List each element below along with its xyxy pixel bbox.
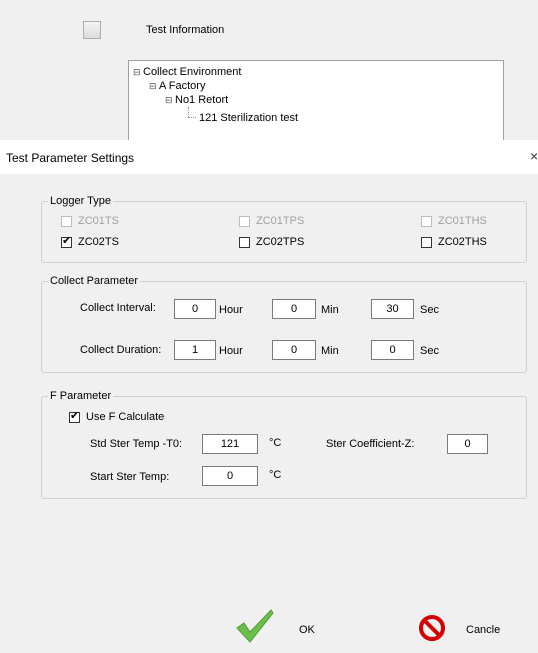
celsius-unit-label: °C — [269, 437, 282, 449]
collect-duration-label: Collect Duration: — [80, 344, 162, 356]
dialog-titlebar[interactable]: Test Parameter Settings × — [0, 140, 538, 174]
checkbox-label: ZC02TS — [78, 236, 119, 248]
logger-zc01ths-checkbox[interactable]: ZC01THS — [421, 215, 487, 227]
background-window: Test Information ⊟ Collect Environment ⊟ A… — [0, 0, 538, 140]
logger-zc02ts-checkbox[interactable]: ✔ ZC02TS — [61, 234, 119, 248]
tree-node-label: A Factory — [159, 80, 206, 92]
checkbox-label: ZC01TS — [78, 215, 119, 227]
tree-connector — [188, 117, 196, 118]
checkbox-box[interactable] — [421, 215, 432, 227]
tree-node-label: No1 Retort — [175, 94, 229, 106]
close-icon[interactable]: × — [530, 148, 538, 164]
min-unit-label: Min — [321, 345, 339, 357]
tree-node-collect-environment[interactable]: ⊟ Collect Environment — [133, 65, 241, 79]
ster-coefficient-label: Ster Coefficient-Z: — [326, 438, 415, 450]
logger-zc02ths-checkbox[interactable]: ZC02THS — [421, 236, 487, 248]
checkbox-label: Use F Calculate — [86, 411, 165, 423]
ok-check-icon[interactable] — [235, 608, 275, 644]
collect-duration-sec-input[interactable]: 0 — [371, 340, 414, 360]
checkbox-label: ZC02THS — [438, 236, 487, 248]
tree-node-label: Collect Environment — [143, 66, 242, 78]
checkbox-box[interactable]: ✔ — [69, 409, 80, 423]
checkbox-box[interactable] — [61, 215, 72, 227]
checkbox-box[interactable]: ✔ — [61, 234, 72, 248]
sec-unit-label: Sec — [420, 304, 439, 316]
checkbox-box[interactable] — [421, 236, 432, 248]
ok-button[interactable]: OK — [299, 624, 315, 636]
start-ster-temp-label: Start Ster Temp: — [90, 471, 170, 483]
collect-duration-min-input[interactable]: 0 — [272, 340, 316, 360]
min-unit-label: Min — [321, 304, 339, 316]
logger-zc02tps-checkbox[interactable]: ZC02TPS — [239, 236, 304, 248]
collect-duration-hour-input[interactable]: 1 — [174, 340, 216, 360]
tree-node-label: 121 Sterilization test — [199, 112, 299, 124]
test-information-checkbox[interactable] — [83, 21, 101, 39]
check-mark-icon: ✔ — [70, 409, 80, 422]
collect-interval-hour-input[interactable]: 0 — [174, 299, 216, 319]
f-parameter-legend: F Parameter — [48, 390, 114, 402]
test-parameter-settings-dialog: Test Parameter Settings × Logger Type ZC… — [0, 140, 538, 653]
cancel-prohibited-icon[interactable] — [418, 614, 446, 642]
std-ster-temp-label: Std Ster Temp -T0: — [90, 438, 183, 450]
tree-node-a-factory[interactable]: ⊟ A Factory — [149, 79, 205, 93]
collect-parameter-group: Collect Parameter Collect Interval: 0 Ho… — [41, 275, 527, 373]
dialog-title: Test Parameter Settings — [6, 151, 135, 165]
use-f-calculate-checkbox[interactable]: ✔ Use F Calculate — [69, 409, 165, 423]
check-mark-icon: ✔ — [62, 234, 72, 247]
collapse-icon[interactable]: ⊟ — [165, 93, 173, 107]
collapse-icon[interactable]: ⊟ — [149, 79, 157, 93]
hour-unit-label: Hour — [219, 345, 243, 357]
collect-interval-label: Collect Interval: — [80, 302, 156, 314]
logger-type-group: Logger Type ZC01TS ZC01TPS ZC01THS ✔ ZC02… — [41, 195, 527, 263]
checkbox-box[interactable] — [239, 236, 250, 248]
tree-node-121-sterilization-test[interactable]: 121 Sterilization test — [199, 111, 298, 125]
test-information-label: Test Information — [146, 24, 225, 36]
checkbox-label: ZC01TPS — [256, 215, 305, 227]
tree-connector — [188, 107, 189, 117]
checkbox-box[interactable] — [239, 215, 250, 227]
checkbox-label: ZC01THS — [438, 215, 487, 227]
f-parameter-group: F Parameter ✔ Use F Calculate Std Ster Te… — [41, 390, 527, 499]
ster-coefficient-input[interactable]: 0 — [447, 434, 488, 454]
std-ster-temp-input[interactable]: 121 — [202, 434, 258, 454]
tree-node-no1-retort[interactable]: ⊟ No1 Retort — [165, 93, 228, 107]
collect-interval-sec-input[interactable]: 30 — [371, 299, 414, 319]
collapse-icon[interactable]: ⊟ — [133, 65, 141, 79]
logger-type-legend: Logger Type — [48, 195, 113, 207]
cancel-button[interactable]: Cancle — [466, 624, 500, 636]
celsius-unit-label: °C — [269, 469, 282, 481]
hour-unit-label: Hour — [219, 304, 243, 316]
logger-zc01ts-checkbox[interactable]: ZC01TS — [61, 215, 119, 227]
environment-tree[interactable]: ⊟ Collect Environment ⊟ A Factory ⊟ No1 Ret… — [128, 60, 504, 140]
sec-unit-label: Sec — [420, 345, 439, 357]
start-ster-temp-input[interactable]: 0 — [202, 466, 258, 486]
collect-interval-min-input[interactable]: 0 — [272, 299, 316, 319]
checkbox-label: ZC02TPS — [256, 236, 305, 248]
collect-parameter-legend: Collect Parameter — [48, 275, 141, 287]
logger-zc01tps-checkbox[interactable]: ZC01TPS — [239, 215, 304, 227]
